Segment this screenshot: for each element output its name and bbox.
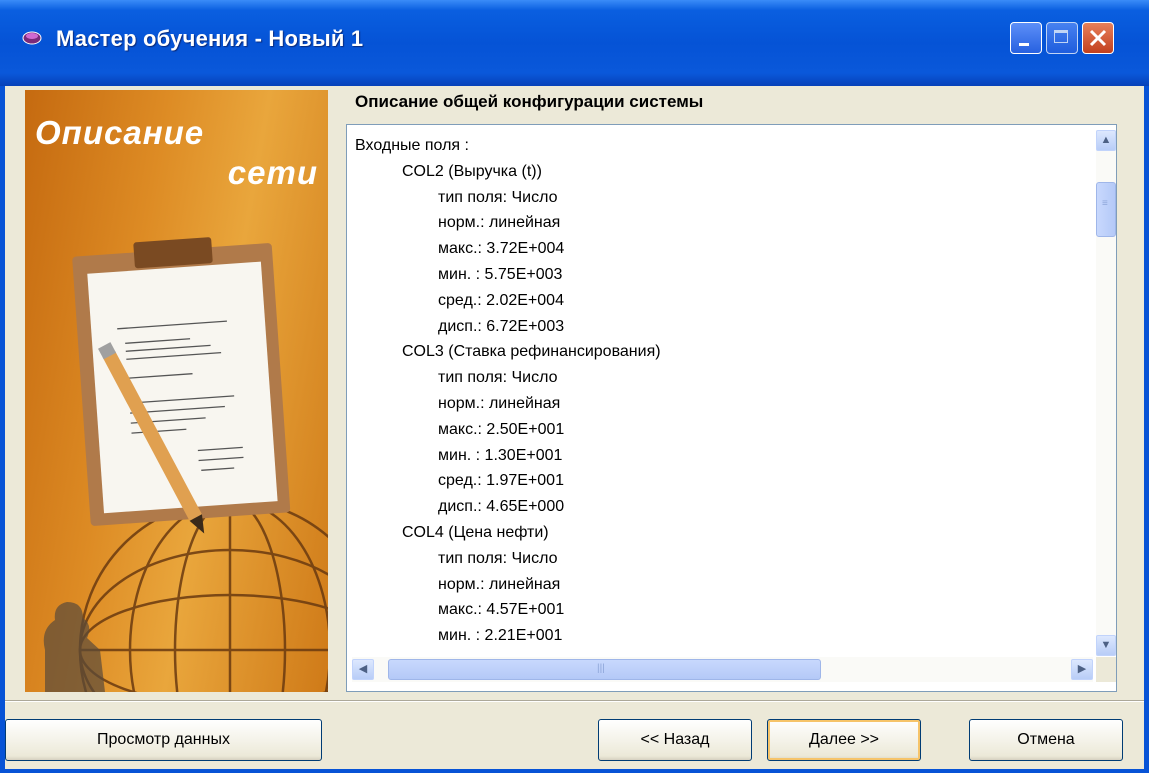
footer-separator (5, 700, 1144, 702)
window-frame-bottom (0, 769, 1149, 773)
scroll-up-icon[interactable]: ▲ (1096, 130, 1116, 151)
window-frame-right (1144, 86, 1149, 773)
config-description-content: Входные поля : COL2 (Выручка (t)) тип поля… (355, 133, 1090, 658)
config-description-listbox[interactable]: Входные поля : COL2 (Выручка (t)) тип поля… (346, 124, 1117, 692)
title-bar[interactable]: Мастер обучения - Новый 1 (0, 0, 1149, 86)
next-button[interactable]: Далее >> (767, 719, 921, 761)
close-icon[interactable] (1082, 22, 1114, 54)
config-line: мин. : 5.75E+003 (438, 265, 563, 283)
vertical-scrollbar[interactable]: ▲ ≡ ▼ (1096, 130, 1116, 656)
config-line: тип поля: Число (438, 549, 558, 567)
horizontal-scrollbar[interactable]: ◀ ||| ▶ (352, 657, 1093, 682)
view-data-button[interactable]: Просмотр данных (5, 719, 322, 761)
config-line: норм.: линейная (438, 394, 561, 412)
vertical-scroll-thumb[interactable]: ≡ (1096, 182, 1116, 237)
config-line: мин. : 2.21E+001 (438, 627, 563, 645)
cancel-button[interactable]: Отмена (969, 719, 1123, 761)
back-button[interactable]: << Назад (598, 719, 752, 761)
scroll-down-icon[interactable]: ▼ (1096, 635, 1116, 656)
window-title: Мастер обучения - Новый 1 (56, 26, 364, 51)
side-illustration: Описание сети (25, 90, 328, 692)
config-line: норм.: линейная (438, 214, 561, 232)
window-frame-left (0, 86, 5, 773)
config-line: мин. : 1.30E+001 (438, 446, 563, 464)
config-line: макс.: 3.72E+004 (438, 240, 565, 258)
config-line: дисп.: 4.65E+000 (438, 498, 565, 516)
scroll-right-icon[interactable]: ▶ (1071, 659, 1093, 680)
config-line: COL2 (Выручка (t)) (402, 162, 542, 180)
config-line: сред.: 2.02E+004 (438, 291, 564, 309)
panel-heading: Описание общей конфигурации системы (355, 92, 704, 111)
config-line: COL3 (Ставка рефинансирования) (402, 343, 661, 361)
config-line: дисп.: 6.72E+003 (438, 317, 565, 335)
config-line: COL4 (Цена нефти) (402, 523, 549, 541)
horizontal-scroll-thumb[interactable]: ||| (388, 659, 821, 680)
config-line: тип поля: Число (438, 188, 558, 206)
config-line: Входные поля : (355, 137, 469, 154)
config-line: сред.: 1.97E+001 (438, 472, 564, 490)
app-icon (22, 31, 42, 45)
scrollbar-corner (1096, 657, 1116, 682)
side-title-line1: Описание (35, 114, 205, 151)
maximize-icon[interactable] (1046, 22, 1078, 54)
config-line: тип поля: Число (438, 369, 558, 387)
config-line: макс.: 4.57E+001 (438, 601, 565, 619)
config-line: макс.: 2.50E+001 (438, 420, 565, 438)
side-title-line2: сети (227, 154, 318, 191)
scroll-left-icon[interactable]: ◀ (352, 659, 374, 680)
config-line: норм.: линейная (438, 575, 561, 593)
minimize-icon[interactable] (1010, 22, 1042, 54)
